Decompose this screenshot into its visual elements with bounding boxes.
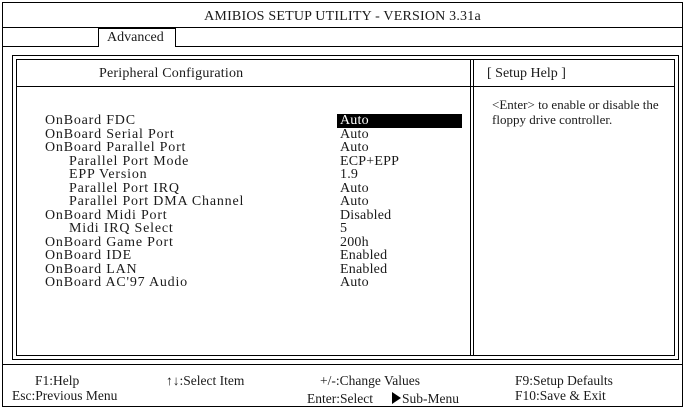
main-panel-inner: Peripheral Configuration [ Setup Help ] …	[16, 59, 675, 356]
setting-row[interactable]: OnBoard Serial Port Auto	[17, 126, 467, 142]
setting-value[interactable]: Disabled	[337, 208, 462, 223]
setting-value[interactable]: Auto	[337, 181, 462, 196]
setting-row[interactable]: OnBoard LAN Enabled	[17, 261, 467, 277]
help-title: [ Setup Help ]	[487, 66, 566, 81]
setting-value[interactable]: Auto	[337, 114, 462, 128]
footer: F1:Help ↑↓:Select Item +/-:Change Values…	[3, 365, 682, 407]
setting-row[interactable]: OnBoard Parallel Port Auto	[17, 141, 467, 155]
help-text: <Enter> to enable or disable the floppy …	[492, 97, 659, 127]
setting-value[interactable]: 1.9	[337, 168, 462, 182]
window-title: AMIBIOS SETUP UTILITY - VERSION 3.31a	[204, 9, 481, 24]
tab-advanced[interactable]: Advanced	[98, 28, 176, 47]
footer-select-item: ↑↓:Select Item	[166, 373, 245, 388]
tab-bar: Advanced	[3, 28, 682, 47]
setting-value[interactable]: Enabled	[337, 262, 462, 277]
main-panel: Peripheral Configuration [ Setup Help ] …	[12, 55, 679, 360]
footer-enter-select: Enter:Select	[307, 391, 373, 406]
section-title: Peripheral Configuration	[99, 66, 244, 81]
setting-row[interactable]: EPP Version 1.9	[17, 168, 467, 182]
setting-row[interactable]: Parallel Port Mode ECP+EPP	[17, 153, 467, 169]
bios-window: AMIBIOS SETUP UTILITY - VERSION 3.31a Ad…	[2, 2, 683, 407]
setting-label: OnBoard Game Port	[45, 234, 174, 250]
setting-value[interactable]: Enabled	[337, 249, 462, 263]
setting-label: OnBoard Parallel Port	[45, 140, 187, 155]
footer-sub-menu-label: Sub-Menu	[402, 391, 459, 406]
tab-bar-line-left	[3, 46, 98, 47]
setting-value[interactable]: 5	[337, 222, 462, 236]
setting-value[interactable]: ECP+EPP	[337, 154, 462, 169]
setting-label: Parallel Port DMA Channel	[69, 194, 245, 209]
setting-row[interactable]: OnBoard IDE Enabled	[17, 249, 467, 263]
setting-row[interactable]: OnBoard Midi Port Disabled	[17, 207, 467, 223]
setting-label: EPP Version	[69, 167, 148, 182]
header-divider	[17, 86, 674, 87]
footer-sub-menu: Sub-Menu	[392, 391, 459, 407]
setting-label: OnBoard LAN	[45, 261, 138, 277]
panel-separator	[470, 60, 471, 355]
setting-row[interactable]: Parallel Port IRQ Auto	[17, 180, 467, 196]
footer-setup-defaults: F9:Setup Defaults	[515, 373, 613, 388]
footer-change-values: +/-:Change Values	[320, 373, 420, 388]
setting-value[interactable]: Auto	[337, 276, 462, 290]
panel-separator-inner	[473, 60, 474, 355]
footer-help: F1:Help	[35, 373, 80, 388]
setting-value[interactable]: Auto	[337, 127, 462, 142]
tab-advanced-label: Advanced	[107, 30, 164, 45]
setting-label: Midi IRQ Select	[69, 221, 174, 236]
setting-label: Parallel Port Mode	[69, 153, 190, 169]
setting-label: Parallel Port IRQ	[69, 180, 180, 196]
setting-row[interactable]: Midi IRQ Select 5	[17, 222, 467, 236]
setting-label: OnBoard AC'97 Audio	[45, 275, 188, 290]
setting-row[interactable]: OnBoard AC'97 Audio Auto	[17, 276, 467, 290]
tab-bar-line-right	[175, 46, 682, 47]
setting-row[interactable]: OnBoard Game Port 200h	[17, 234, 467, 250]
settings-list: OnBoard FDC Auto OnBoard Serial Port Auto On…	[17, 114, 467, 290]
setting-row[interactable]: OnBoard FDC Auto	[17, 114, 467, 128]
setting-row[interactable]: Parallel Port DMA Channel Auto	[17, 195, 467, 209]
footer-save-exit: F10:Save & Exit	[515, 388, 606, 403]
setting-label: OnBoard Midi Port	[45, 207, 168, 223]
footer-previous-menu: Esc:Previous Menu	[12, 388, 118, 403]
setting-label: OnBoard FDC	[45, 113, 136, 128]
setting-value[interactable]: 200h	[337, 235, 462, 250]
setting-value[interactable]: Auto	[337, 141, 462, 155]
setting-value[interactable]: Auto	[337, 195, 462, 209]
setting-label: OnBoard Serial Port	[45, 126, 175, 142]
setting-label: OnBoard IDE	[45, 248, 132, 263]
sub-menu-arrow-icon	[392, 392, 401, 404]
